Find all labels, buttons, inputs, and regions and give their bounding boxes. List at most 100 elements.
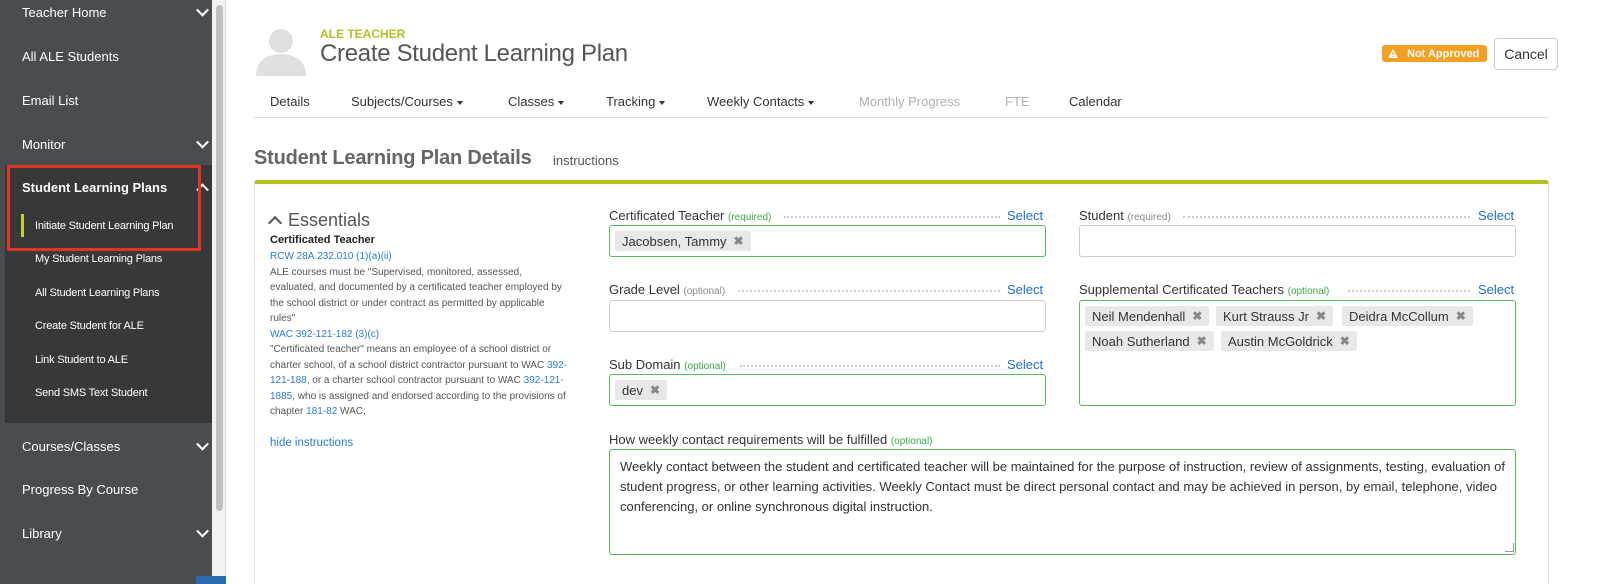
sidebar-item-all-ale-students[interactable]: All ALE Students	[0, 34, 217, 78]
sidebar-item-progress-by-course[interactable]: Progress By Course	[0, 467, 217, 511]
tab-classes[interactable]: Classes	[508, 94, 565, 109]
tab-label: Weekly Contacts	[707, 94, 805, 109]
sidebar-item-teacher-home[interactable]: Teacher Home	[0, 0, 217, 34]
sidebar-subitem-create-student[interactable]: Create Student for ALE	[5, 309, 217, 342]
supplemental-teachers-field[interactable]: Neil Mendenhall ✖ Kurt Strauss Jr ✖ Deid…	[1079, 300, 1516, 406]
field-label-text: Grade Level	[609, 282, 680, 297]
student-field[interactable]	[1079, 225, 1516, 257]
instructions-link[interactable]: instructions	[553, 153, 619, 168]
chevron-down-icon	[196, 524, 209, 538]
rcw-reference-link[interactable]: RCW 28A.232.010 (1)(a)(ii)	[270, 251, 392, 262]
remove-tag-icon[interactable]: ✖	[650, 383, 660, 397]
field-hint: (optional)	[683, 286, 726, 297]
resize-grip-icon[interactable]	[1505, 543, 1514, 552]
field-hint: (required)	[728, 212, 772, 223]
sidebar-subitem-my-plans[interactable]: My Student Learning Plans	[5, 242, 217, 275]
sidebar-item-email-list[interactable]: Email List	[0, 78, 217, 122]
supplemental-teachers-label: Supplemental Certificated Teachers (opti…	[1079, 282, 1329, 297]
grade-level-select-link[interactable]: Select	[1007, 282, 1043, 297]
essentials-subheading: Certificated Teacher	[270, 234, 375, 246]
field-label-text: Supplemental Certificated Teachers	[1079, 282, 1284, 297]
tab-tracking[interactable]: Tracking	[606, 94, 666, 109]
field-hint: (optional)	[684, 361, 726, 372]
sidebar-item-student-learning-plans[interactable]: Student Learning Plans	[0, 165, 217, 209]
tab-details[interactable]: Details	[270, 94, 310, 109]
sidebar-item-courses-classes[interactable]: Courses/Classes	[0, 424, 217, 468]
sidebar-subitem-all-plans[interactable]: All Student Learning Plans	[5, 276, 217, 309]
field-label-text: Student	[1079, 208, 1124, 223]
chevron-down-icon	[196, 3, 209, 17]
sidebar-item-label: Email List	[22, 92, 79, 108]
sidebar-subitem-label: Send SMS Text Student	[35, 386, 148, 399]
chevron-down-icon	[196, 135, 209, 149]
sub-domain-select-link[interactable]: Select	[1007, 357, 1043, 372]
sidebar-item-monitor[interactable]: Monitor	[0, 122, 217, 166]
caret-down-icon	[456, 100, 463, 105]
tab-label: Monthly Progress	[859, 94, 961, 109]
student-select-link[interactable]: Select	[1478, 208, 1514, 223]
certificated-teacher-field[interactable]: Jacobsen, Tammy ✖	[609, 225, 1046, 257]
sidebar-subitem-label: All Student Learning Plans	[35, 286, 160, 299]
sidebar-item-label: Teacher Home	[22, 4, 107, 20]
sidebar-item-label: Library	[22, 525, 62, 541]
status-badge-label: Not Approved	[1407, 47, 1480, 60]
hide-instructions-link[interactable]: hide instructions	[270, 437, 353, 449]
selected-tag: Austin McGoldrick ✖	[1221, 331, 1357, 351]
remove-tag-icon[interactable]: ✖	[1192, 309, 1202, 323]
field-hint: (optional)	[890, 436, 933, 447]
remove-tag-icon[interactable]: ✖	[1456, 309, 1466, 323]
selected-tag: Neil Mendenhall ✖	[1085, 306, 1210, 326]
essentials-heading[interactable]: Essentials	[267, 210, 371, 231]
sidebar: Teacher Home All ALE Students Email List…	[0, 0, 217, 584]
sidebar-submenu: Student Learning Plans Initiate Student …	[5, 165, 217, 423]
sidebar-subitem-label: Create Student for ALE	[35, 319, 144, 332]
status-badge: Not Approved	[1382, 45, 1488, 62]
tab-subjects-courses[interactable]: Subjects/Courses	[351, 94, 463, 109]
remove-tag-icon[interactable]: ✖	[1316, 309, 1326, 323]
field-label-text: Sub Domain	[609, 357, 681, 372]
field-label-text: How weekly contact requirements will be …	[609, 432, 888, 447]
remove-tag-icon[interactable]: ✖	[1197, 334, 1207, 348]
tab-label: Details	[270, 94, 310, 109]
sidebar-item-label: Monitor	[22, 136, 66, 152]
selected-tag: Jacobsen, Tammy ✖	[615, 231, 751, 251]
chapter-181-82-link[interactable]: 181-82	[306, 406, 337, 417]
cancel-button[interactable]: Cancel	[1494, 38, 1558, 70]
floating-button-edge[interactable]	[196, 576, 226, 584]
weekly-contact-textarea[interactable]: Weekly contact between the student and c…	[609, 449, 1516, 555]
sidebar-item-label: Courses/Classes	[22, 438, 121, 454]
label-leader-dots	[1348, 290, 1470, 292]
tab-weekly-contacts[interactable]: Weekly Contacts	[707, 94, 815, 109]
essentials-heading-label: Essentials	[288, 210, 371, 230]
sidebar-subitem-initiate-plan[interactable]: Initiate Student Learning Plan	[5, 209, 217, 242]
role-label: ALE TEACHER	[320, 27, 406, 41]
essentials-paragraph: WAC;	[337, 406, 366, 417]
essentials-paragraph: , or a charter school contractor pursuan…	[306, 375, 524, 386]
remove-tag-icon[interactable]: ✖	[734, 234, 744, 248]
wac-reference-link[interactable]: WAC 392-121-182 (3)(c)	[270, 329, 379, 340]
sidebar-subitem-label: Link Student to ALE	[35, 353, 128, 366]
label-leader-dots	[740, 365, 1000, 367]
sidebar-item-library[interactable]: Library	[0, 511, 217, 555]
remove-tag-icon[interactable]: ✖	[1340, 334, 1350, 348]
tag-label: Kurt Strauss Jr	[1223, 308, 1309, 324]
supplemental-select-link[interactable]: Select	[1478, 282, 1514, 297]
tab-fte: FTE	[1005, 94, 1030, 109]
tab-label: Calendar	[1069, 94, 1122, 109]
sub-domain-field[interactable]: dev ✖	[609, 374, 1046, 406]
tag-label: Neil Mendenhall	[1092, 308, 1186, 324]
essentials-paragraph: "Certificated teacher" means an employee…	[270, 344, 552, 371]
tab-label: Tracking	[606, 94, 656, 109]
grade-level-field[interactable]	[609, 300, 1046, 332]
sidebar-item-label: All ALE Students	[22, 48, 119, 64]
selected-tag: Noah Sutherland ✖	[1085, 331, 1214, 351]
sidebar-subitem-link-student[interactable]: Link Student to ALE	[5, 343, 217, 376]
sidebar-scrollbar-thumb[interactable]	[216, 5, 223, 511]
certificated-teacher-select-link[interactable]: Select	[1007, 208, 1043, 223]
tab-bar: Details Subjects/Courses Classes Trackin…	[254, 86, 1548, 118]
tab-label: Classes	[508, 94, 555, 109]
sidebar-subitem-label: Initiate Student Learning Plan	[35, 219, 174, 232]
tab-calendar[interactable]: Calendar	[1069, 94, 1122, 109]
sidebar-subitem-send-sms[interactable]: Send SMS Text Student	[5, 376, 217, 409]
caret-down-icon	[558, 100, 565, 105]
